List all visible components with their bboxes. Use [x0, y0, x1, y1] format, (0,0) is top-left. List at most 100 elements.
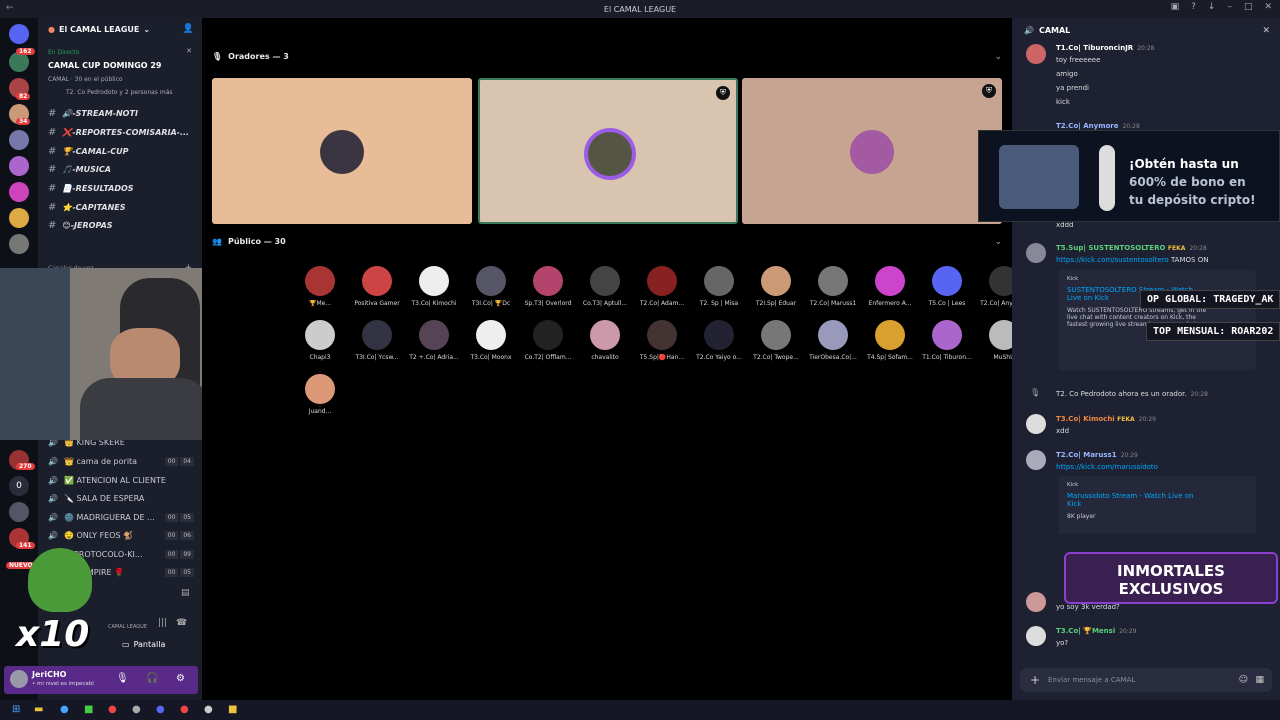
avatar[interactable] — [1026, 44, 1046, 64]
screen-share-button[interactable]: ▭ Pantalla — [122, 640, 165, 649]
voice-channel[interactable]: 🔊 🌚 MADRIGUERA DE ... 00 05 — [48, 513, 202, 522]
avatar[interactable] — [1026, 450, 1046, 470]
audience-member[interactable]: Positiva Gamer — [347, 266, 407, 307]
server-icon[interactable] — [9, 52, 29, 72]
headphones-icon[interactable]: 🎧 — [146, 673, 158, 684]
channel-camal-cup[interactable]: # 🏆-CAMAL-CUP — [48, 146, 129, 157]
voice-channel[interactable]: 🔊 👑 cama de porita 00 04 — [48, 457, 202, 466]
channel-stream-noti[interactable]: # 🔊-STREAM-NOTI — [48, 108, 138, 119]
audience-member[interactable]: TierObesa.Co|... — [803, 320, 863, 361]
avatar[interactable] — [1026, 414, 1046, 434]
audience-member[interactable]: T2.Co| Adam... — [632, 266, 692, 307]
server-icon[interactable] — [9, 502, 29, 522]
message-input[interactable]: + Enviar mensaje a CAMAL ☺ ▦ — [1020, 668, 1272, 692]
speaker-tile[interactable] — [212, 78, 472, 224]
audience-member[interactable]: T3.Co| Kimochi — [404, 266, 464, 307]
close-icon[interactable]: ✕ — [1264, 2, 1272, 12]
audience-member[interactable]: T2I.Sp| Eduar — [746, 266, 806, 307]
apps-icon[interactable]: ▦ — [1255, 675, 1264, 685]
app-icon[interactable]: ● — [60, 704, 69, 715]
audience-member[interactable]: Enfermero A... — [860, 266, 920, 307]
audience-member[interactable]: T2.Co| Maruss1 — [803, 266, 863, 307]
avatar[interactable] — [1026, 243, 1046, 263]
audience-member[interactable]: T2. Sp | Misa — [689, 266, 749, 307]
channel-jeropas[interactable]: # 😊-JEROPAS — [48, 220, 113, 231]
avatar[interactable] — [1026, 626, 1046, 646]
audience-member[interactable]: Juand... — [290, 374, 350, 415]
add-attachment-icon[interactable]: + — [1030, 673, 1040, 687]
audience-member[interactable]: T2.Co Yaiyo o... — [689, 320, 749, 361]
close-icon[interactable]: ✕ — [1262, 26, 1270, 36]
audience-member[interactable]: Co.T2| Offlam... — [518, 320, 578, 361]
server-icon[interactable] — [9, 182, 29, 202]
message-author[interactable]: T1.Co| TiburoncinJR 20:28 — [1056, 44, 1154, 52]
server-icon[interactable] — [9, 156, 29, 176]
inbox-icon[interactable]: ▣ — [1171, 2, 1180, 12]
audience-header[interactable]: 👥 Público — 30 — [212, 237, 286, 246]
voice-channel[interactable]: 🔊 🔪 SALA DE ESPERA — [48, 494, 144, 503]
dm-icon[interactable] — [9, 24, 29, 44]
server-icon[interactable] — [9, 130, 29, 150]
audience-member[interactable]: chavalito — [575, 320, 635, 361]
back-icon[interactable]: ← — [6, 3, 14, 13]
audience-member[interactable]: T3I.Co| Ycsw... — [347, 320, 407, 361]
audience-member[interactable]: T3.Co| Moonx — [461, 320, 521, 361]
channel-reportes[interactable]: # ❌-REPORTES-COMISARIA-... — [48, 127, 189, 138]
emoji-icon[interactable]: ☺ — [1239, 675, 1248, 685]
embed-title[interactable]: Marussidoto Stream - Watch Live on Kick — [1067, 492, 1207, 508]
activity-icon[interactable]: ▤ — [181, 588, 190, 598]
server-icon[interactable]: 0 — [9, 476, 29, 496]
message-author[interactable]: T3.Co| Kimochi FEKA 20:29 — [1056, 415, 1156, 423]
avatar[interactable] — [10, 670, 28, 688]
invite-icon[interactable]: 👤 — [183, 24, 194, 34]
message-author[interactable]: T5.Sup| SUSTENTOSOLTERO FEKA 20:28 — [1056, 244, 1207, 252]
message-author[interactable]: T3.Co| 🏆Mensi 20:29 — [1056, 627, 1137, 635]
noise-suppression-icon[interactable]: ||| — [158, 618, 167, 628]
audience-member[interactable]: T5.Co | Lees — [917, 266, 977, 307]
app-icon[interactable]: ■ — [228, 704, 237, 715]
channel-resultados[interactable]: # 📄-RESULTADOS — [48, 183, 134, 194]
channel-capitanes[interactable]: # ⭐-CAPITANES — [48, 202, 126, 213]
avatar[interactable] — [1026, 592, 1046, 612]
voice-channel[interactable]: 🔊 ✅ ATENCION AL CLIENTE — [48, 476, 166, 485]
audience-member[interactable]: T5.Sp|🔴Han... — [632, 320, 692, 361]
channel-musica[interactable]: # 🎵-MUSICA — [48, 164, 111, 175]
discord-icon[interactable]: ● — [156, 704, 165, 715]
chrome-icon[interactable]: ● — [180, 704, 189, 715]
audience-member[interactable]: Chapi3 — [290, 320, 350, 361]
audience-member[interactable]: T3I.Co| 🏆Dc — [461, 266, 521, 307]
speakers-header[interactable]: 🎙 Oradores — 3 — [212, 52, 289, 61]
message-link[interactable]: https://kick.com/sustentosoltero — [1056, 256, 1169, 264]
chevron-down-icon[interactable]: ⌄ — [994, 237, 1002, 247]
audience-member[interactable]: Sp.T3| Overlord — [518, 266, 578, 307]
server-header[interactable]: ● El CAMAL LEAGUE ⌄ — [48, 25, 150, 34]
app-icon[interactable]: ● — [204, 704, 213, 715]
steam-icon[interactable]: ● — [132, 704, 141, 715]
folder-icon[interactable]: ▬ — [34, 704, 43, 715]
server-icon[interactable] — [9, 234, 29, 254]
message-author[interactable]: T2.Co| Anymore 20:28 — [1056, 122, 1140, 130]
minimize-icon[interactable]: – — [1227, 2, 1232, 12]
maximize-icon[interactable]: □ — [1244, 2, 1253, 12]
audience-member[interactable]: T2.Co| Twope... — [746, 320, 806, 361]
help-icon[interactable]: ? — [1191, 2, 1196, 12]
speaker-tile[interactable]: ⛨ — [742, 78, 1002, 224]
start-icon[interactable]: ⊞ — [12, 704, 20, 715]
message-link[interactable]: https://kick.com/marussidoto — [1056, 463, 1158, 471]
chevron-down-icon[interactable]: ⌄ — [994, 52, 1002, 62]
app-icon[interactable]: ● — [108, 704, 117, 715]
audience-member[interactable]: Co.T3| Aptull... — [575, 266, 635, 307]
voice-channel[interactable]: 🔊 🤤 ONLY FEOS 🐒 00 06 — [48, 531, 202, 540]
disconnect-icon[interactable]: ☎ — [176, 618, 187, 628]
close-icon[interactable]: ✕ — [186, 47, 192, 55]
download-icon[interactable]: ↓ — [1208, 2, 1216, 12]
audience-member[interactable]: T2 +.Co| Adria... — [404, 320, 464, 361]
microphone-icon[interactable]: 🎙 — [116, 673, 129, 684]
app-icon[interactable]: ■ — [84, 704, 93, 715]
speaker-tile[interactable]: ⛨ — [478, 78, 738, 224]
audience-member[interactable]: T1.Co| Tiburon... — [917, 320, 977, 361]
server-icon[interactable] — [9, 208, 29, 228]
message-author[interactable]: T2.Co| Maruss1 20:29 — [1056, 451, 1138, 459]
settings-icon[interactable]: ⚙ — [176, 673, 185, 684]
audience-member[interactable]: 🏆Me... — [290, 266, 350, 307]
